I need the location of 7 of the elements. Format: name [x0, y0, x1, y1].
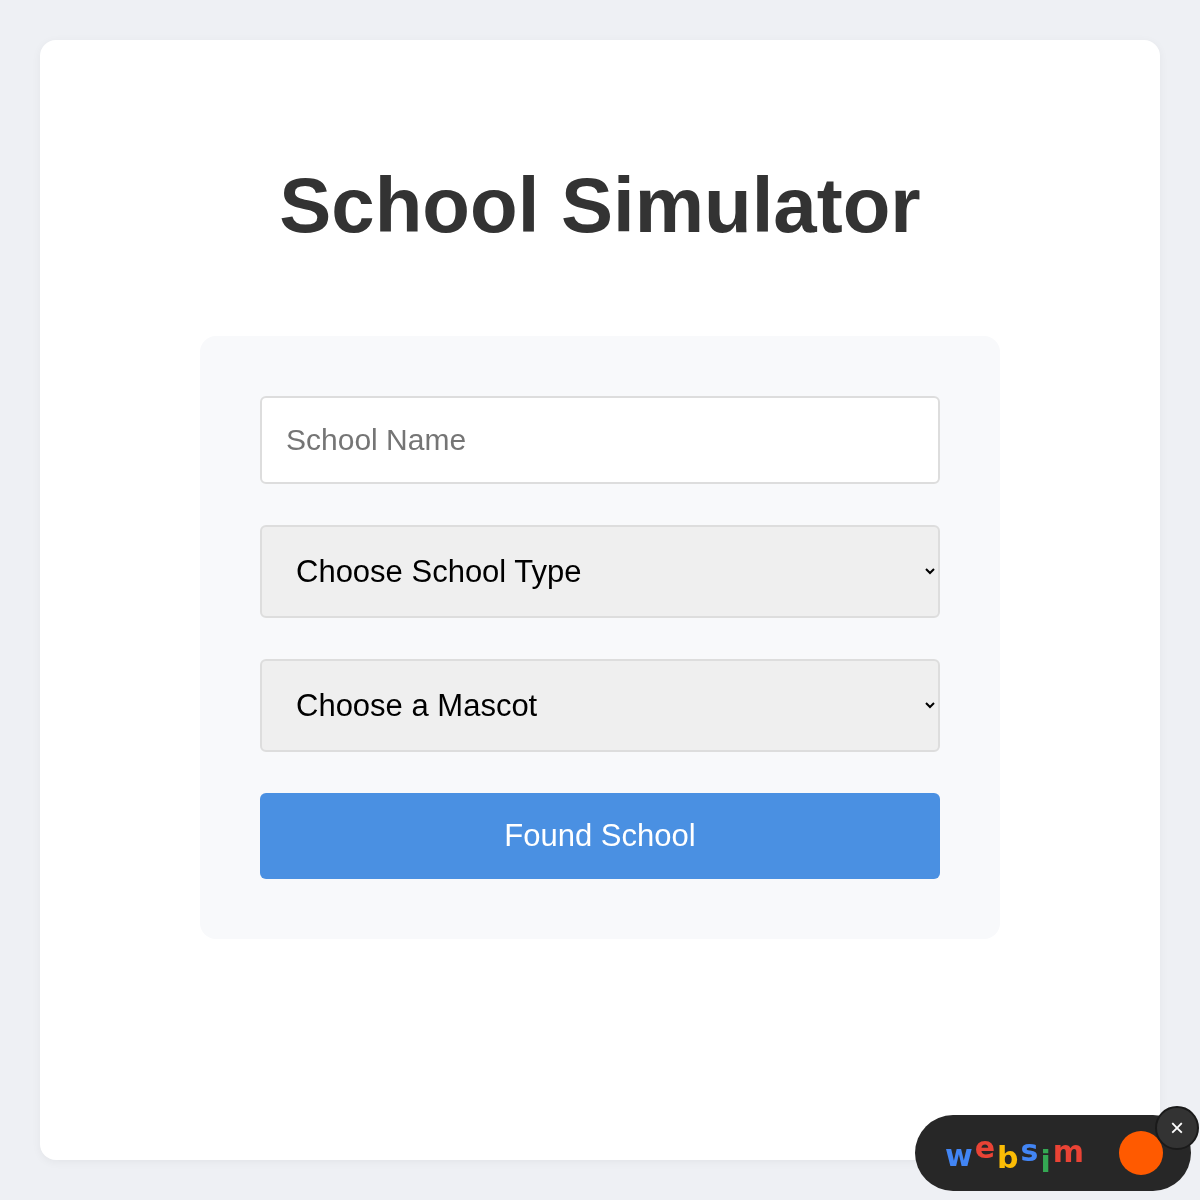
- logo-text: websim: [945, 1135, 1086, 1171]
- dropdown[interactable]: Choose School Type: [260, 525, 940, 618]
- avatar-icon: [1118, 1130, 1164, 1176]
- close-button[interactable]: ×: [1155, 1106, 1199, 1150]
- school-name-field[interactable]: School Name: [260, 396, 940, 484]
- page-title: School Simulator: [279, 160, 921, 250]
- dropdown[interactable]: Choose a Mascot: [260, 659, 940, 752]
